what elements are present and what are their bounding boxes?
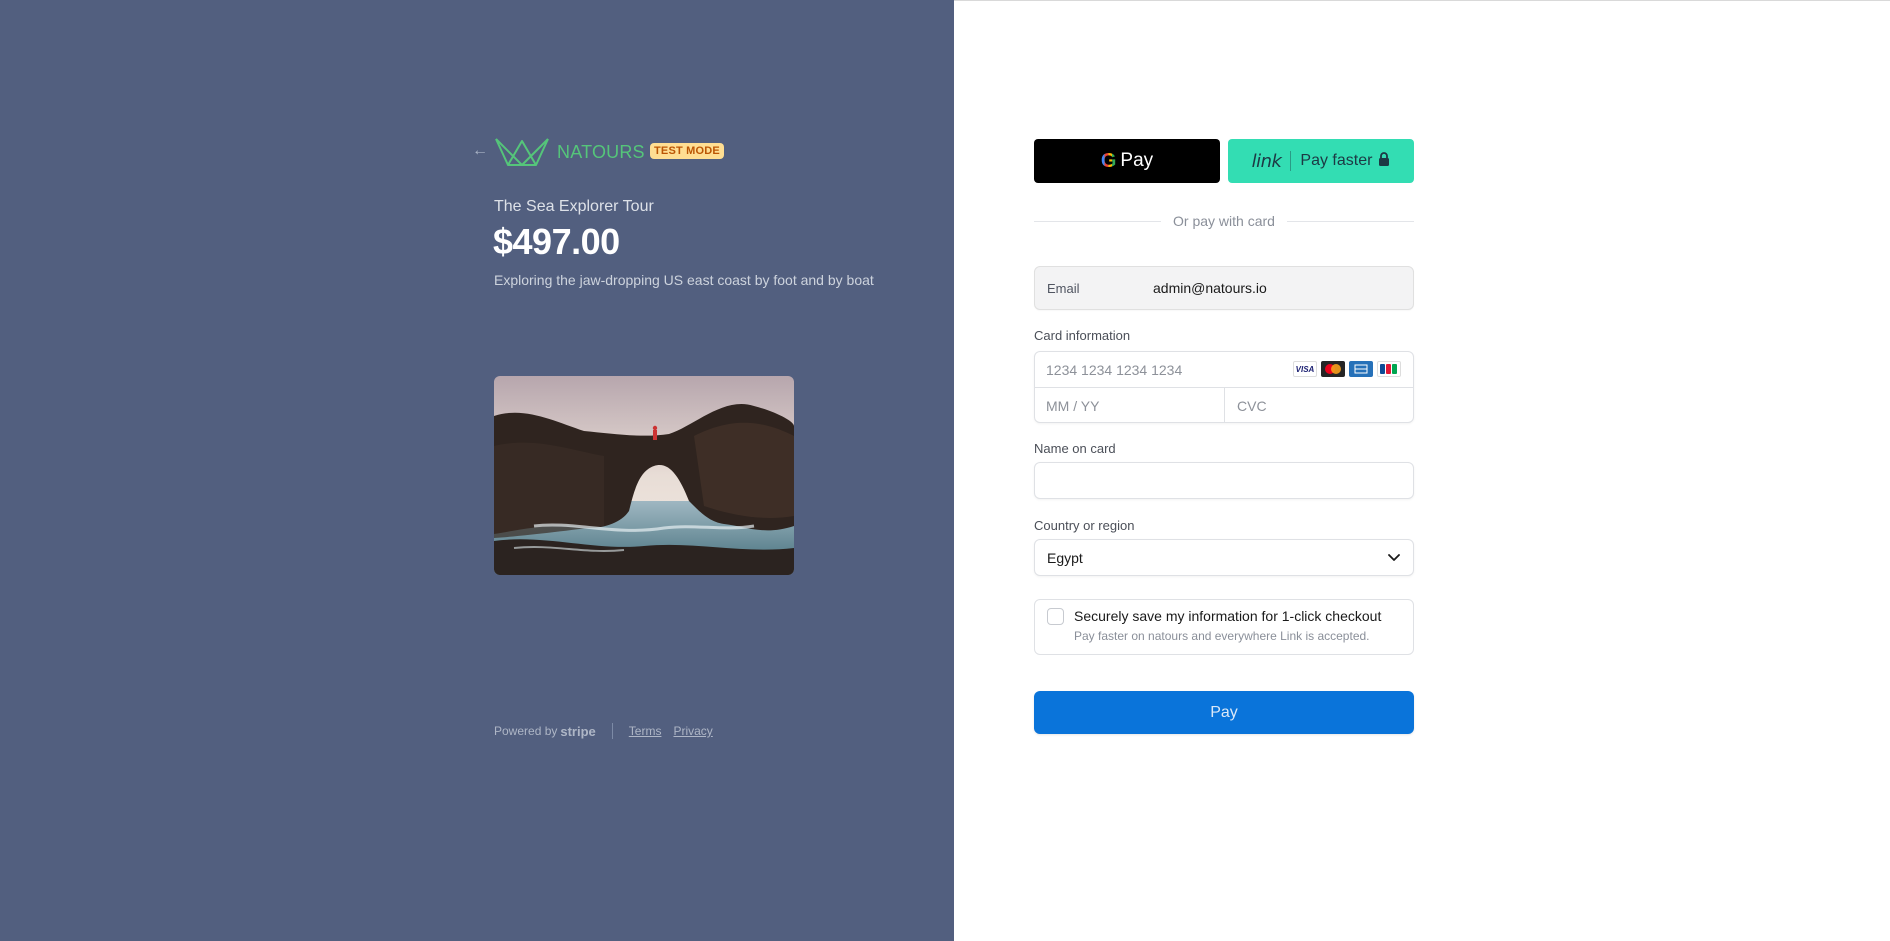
save-info-title: Securely save my information for 1-click… xyxy=(1074,608,1382,624)
merchant-logo: NATOURS xyxy=(494,137,645,167)
card-information-group: 1234 1234 1234 1234 VISA MM / YY CVC xyxy=(1034,351,1414,423)
card-cvc-input[interactable]: CVC xyxy=(1225,388,1413,423)
link-pay-faster-label: Pay faster xyxy=(1300,152,1373,169)
product-image xyxy=(494,376,794,575)
or-pay-with-card-text: Or pay with card xyxy=(1173,213,1275,229)
terms-link[interactable]: Terms xyxy=(629,724,662,738)
email-value: admin@natours.io xyxy=(1153,280,1267,296)
mastercard-icon xyxy=(1321,361,1345,377)
footer-divider xyxy=(611,723,613,739)
link-pay-button[interactable]: link Pay faster xyxy=(1228,139,1414,183)
natours-crown-icon xyxy=(495,138,549,166)
powered-by-text: Powered by xyxy=(494,724,558,738)
country-select[interactable]: Egypt xyxy=(1034,539,1414,576)
footer: Powered by stripe Terms Privacy xyxy=(494,723,725,739)
merchant-name: NATOURS xyxy=(557,141,645,162)
google-g-icon: G xyxy=(1100,149,1117,172)
save-info-checkbox[interactable] xyxy=(1047,608,1064,625)
save-info-box: Securely save my information for 1-click… xyxy=(1034,599,1414,655)
country-selected-value: Egypt xyxy=(1047,549,1083,566)
save-info-subtitle: Pay faster on natours and everywhere Lin… xyxy=(1074,629,1370,643)
email-label: Email xyxy=(1047,280,1080,296)
amex-icon xyxy=(1349,361,1373,377)
product-description: Exploring the jaw-dropping US east coast… xyxy=(494,272,874,288)
or-pay-with-card-divider: Or pay with card xyxy=(1034,213,1414,229)
google-pay-label: Pay xyxy=(1120,150,1154,171)
product-price: $497.00 xyxy=(493,221,620,262)
lock-icon xyxy=(1378,151,1390,171)
link-logo: link xyxy=(1251,150,1282,172)
stripe-logo[interactable]: stripe xyxy=(560,724,595,739)
name-on-card-input[interactable] xyxy=(1034,462,1414,499)
name-on-card-label: Name on card xyxy=(1034,441,1116,456)
test-mode-badge: TEST MODE xyxy=(650,143,724,159)
card-brands: VISA xyxy=(1293,361,1401,377)
google-pay-button[interactable]: G Pay xyxy=(1034,139,1220,183)
link-divider xyxy=(1290,151,1292,171)
product-name: The Sea Explorer Tour xyxy=(494,198,654,215)
order-summary-pane: ← NATOURS TEST MODE The Sea Explorer Tou… xyxy=(0,0,954,941)
chevron-down-icon xyxy=(1387,550,1401,567)
card-cvc-placeholder: CVC xyxy=(1237,397,1267,414)
country-label: Country or region xyxy=(1034,518,1135,533)
back-arrow-icon[interactable]: ← xyxy=(472,143,488,159)
card-expiry-input[interactable]: MM / YY xyxy=(1035,388,1225,423)
pay-button[interactable]: Pay xyxy=(1034,691,1414,734)
visa-icon: VISA xyxy=(1293,361,1317,377)
privacy-link[interactable]: Privacy xyxy=(673,724,712,738)
jcb-icon xyxy=(1377,361,1401,377)
card-information-label: Card information xyxy=(1034,328,1131,343)
card-expiry-placeholder: MM / YY xyxy=(1046,397,1100,414)
email-field[interactable]: Email admin@natours.io xyxy=(1034,266,1414,310)
card-number-placeholder: 1234 1234 1234 1234 xyxy=(1046,361,1183,378)
